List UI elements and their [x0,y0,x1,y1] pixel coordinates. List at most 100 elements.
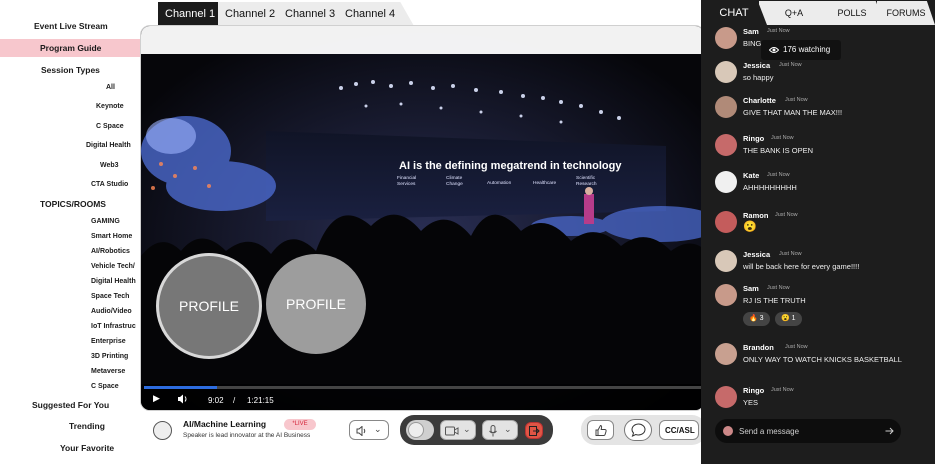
sidebar-topic-smart-home[interactable]: Smart Home [91,233,132,240]
camera-button[interactable]: ⌄ [440,420,476,440]
chat-time: Just Now [779,62,802,68]
live-badge: *LIVE [284,419,316,430]
avatar [715,386,737,408]
sidebar-topic-vehicle-tech[interactable]: Vehicle Tech/ [91,263,135,270]
sidebar-event-live-stream[interactable]: Event Live Stream [34,21,108,31]
chat-author: Ringo [743,134,765,143]
sidebar-topics-rooms[interactable]: TOPICS/ROOMS [40,199,106,209]
sidebar: Event Live Stream Program Guide Session … [0,0,140,464]
sidebar-session-c-space[interactable]: C Space [96,123,124,130]
reaction-fire[interactable]: 🔥 3 [743,312,770,326]
avatar [715,284,737,306]
stage-topic-automation: Automation [487,180,512,186]
chat-time: Just Now [785,97,808,103]
chat-author: Jessica [743,61,771,70]
sidebar-favorite[interactable]: Your Favorite [60,443,114,453]
tab-channel-4[interactable]: Channel 4 [338,2,414,26]
sidebar-topic-iot[interactable]: IoT Infrastruc [91,323,136,330]
chat-author: Charlotte [743,96,776,105]
video-player[interactable]: AI is the defining megatrend in technolo… [140,25,705,411]
video-top-band [141,26,704,54]
sidebar-session-cta-studio[interactable]: CTA Studio [91,181,128,188]
sidebar-program-guide[interactable]: Program Guide [40,43,101,53]
sidebar-topic-digital-health[interactable]: Digital Health [91,278,136,285]
chat-toggle-button[interactable] [624,419,652,441]
stage-topic-climate-2: Change [446,181,463,187]
message-input[interactable] [739,423,869,439]
profile-tile-1[interactable]: PROFILE [156,253,262,359]
tab-qa[interactable]: Q+A [759,1,829,25]
avatar [715,134,737,156]
duration: 1:21:15 [247,396,274,405]
stage-screen [266,131,666,221]
eye-icon [769,47,779,53]
mic-chevron-icon: ⌄ [504,424,512,434]
sidebar-session-web3[interactable]: Web3 [100,162,119,169]
avatar [715,343,737,365]
profile-tile-2[interactable]: PROFILE [266,254,366,354]
channel-tabs: Channel 1 Channel 2 Channel 3 Channel 4 [158,2,428,26]
chat-time: Just Now [767,285,790,291]
sidebar-suggested[interactable]: Suggested For You [32,400,109,410]
chat-text: GIVE THAT MAN THE MAX!!! [743,108,843,117]
chat-time: Just Now [771,387,794,393]
avatar [715,211,737,233]
tab-chat[interactable]: CHAT [701,1,767,25]
tab-forums[interactable]: FORUMS [877,1,935,25]
speaker-icon [356,426,366,436]
camera-chevron-icon: ⌄ [463,424,471,434]
chat-text: will be back here for every game!!!! [743,262,860,271]
volume-icon[interactable] [177,394,188,404]
stage-topic-healthcare: Healthcare [533,180,557,186]
stage-topic-financial: Financial [397,175,416,181]
sidebar-topic-c-space[interactable]: C Space [91,383,119,390]
sidebar-topic-audio-video[interactable]: Audio/Video [91,308,132,315]
sidebar-topic-enterprise[interactable]: Enterprise [91,338,126,345]
camera-icon [445,426,459,436]
sidebar-topic-ai-robotics[interactable]: AI/Robotics [91,248,130,255]
progress-bar[interactable] [144,386,702,389]
sidebar-topic-metaverse[interactable]: Metaverse [91,368,125,375]
microphone-icon [489,425,497,437]
speaker-toggle-button[interactable]: ⌄ [349,420,389,440]
sidebar-topic-3d-printing[interactable]: 3D Printing [91,353,128,360]
stage-topic-climate: Climate [446,175,463,181]
chevron-down-icon: ⌄ [374,424,382,434]
fire-icon: 🔥 [749,315,758,322]
sidebar-session-types[interactable]: Session Types [41,65,100,75]
cc-asl-button[interactable]: CC/ASL [659,420,699,440]
chat-author: Kate [743,171,760,180]
chat-text: 😮 [743,221,757,233]
chat-author: Sam [743,27,759,36]
stage-topic-research: Research [576,181,597,187]
chat-tabs: FORUMS POLLS Q+A CHAT [701,1,935,25]
reaction-wow[interactable]: 😮 1 [775,312,802,326]
chat-time: Just Now [775,212,798,218]
sidebar-session-digital-health[interactable]: Digital Health [86,142,131,149]
chat-bubble-icon [631,423,646,437]
leave-button[interactable] [525,422,543,439]
chat-text: AHHHHHHHHH [743,183,797,192]
microphone-button[interactable]: ⌄ [482,420,518,440]
chat-text: ONLY WAY TO WATCH KNICKS BASKETBALL [743,355,902,364]
user-avatar [723,426,733,436]
like-button[interactable] [587,420,614,440]
reaction-count: 3 [759,315,764,322]
play-icon[interactable]: ▶ [153,393,160,404]
sidebar-topic-space-tech[interactable]: Space Tech [91,293,129,300]
sidebar-topic-gaming[interactable]: GAMING [91,218,120,225]
chat-text: THE BANK IS OPEN [743,146,814,155]
video-controls: ▶ 9:02 / 1:21:15 [141,384,704,410]
chat-time: Just Now [779,251,802,257]
exit-icon [529,426,540,436]
toggle-switch[interactable] [406,420,434,440]
sidebar-session-keynote[interactable]: Keynote [96,103,124,110]
avatar [715,61,737,83]
tab-polls[interactable]: POLLS [819,1,885,25]
send-arrow-icon[interactable] [885,427,894,435]
avatar [715,96,737,118]
track-title: AI/Machine Learning [183,419,267,429]
sidebar-trending[interactable]: Trending [69,421,105,431]
thumbs-up-icon [595,425,607,436]
sidebar-session-all[interactable]: All [106,84,115,91]
